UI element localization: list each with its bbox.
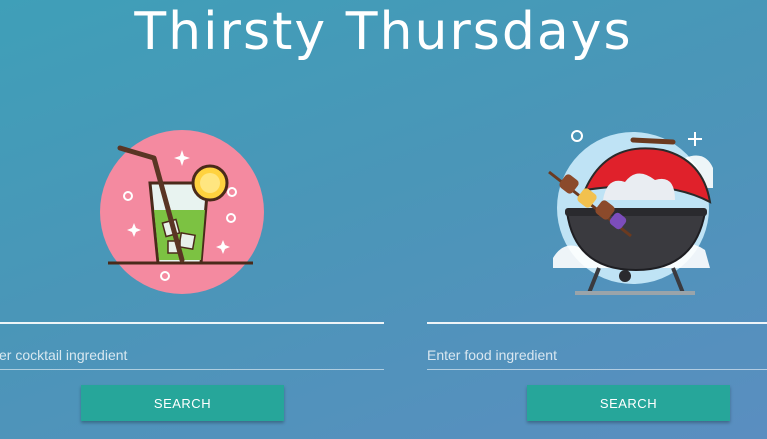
cocktail-search-button[interactable]: SEARCH (81, 385, 284, 421)
food-ingredient-input[interactable] (427, 340, 767, 370)
barbecue-grill-icon (548, 130, 713, 295)
cocktail-ingredient-input[interactable] (0, 340, 384, 370)
food-search-button[interactable]: SEARCH (527, 385, 730, 421)
cocktail-input-divider (0, 322, 384, 324)
page-title: Thirsty Thursdays (134, 2, 633, 62)
cocktail-glass-icon (100, 130, 264, 294)
food-input-divider (427, 322, 767, 324)
